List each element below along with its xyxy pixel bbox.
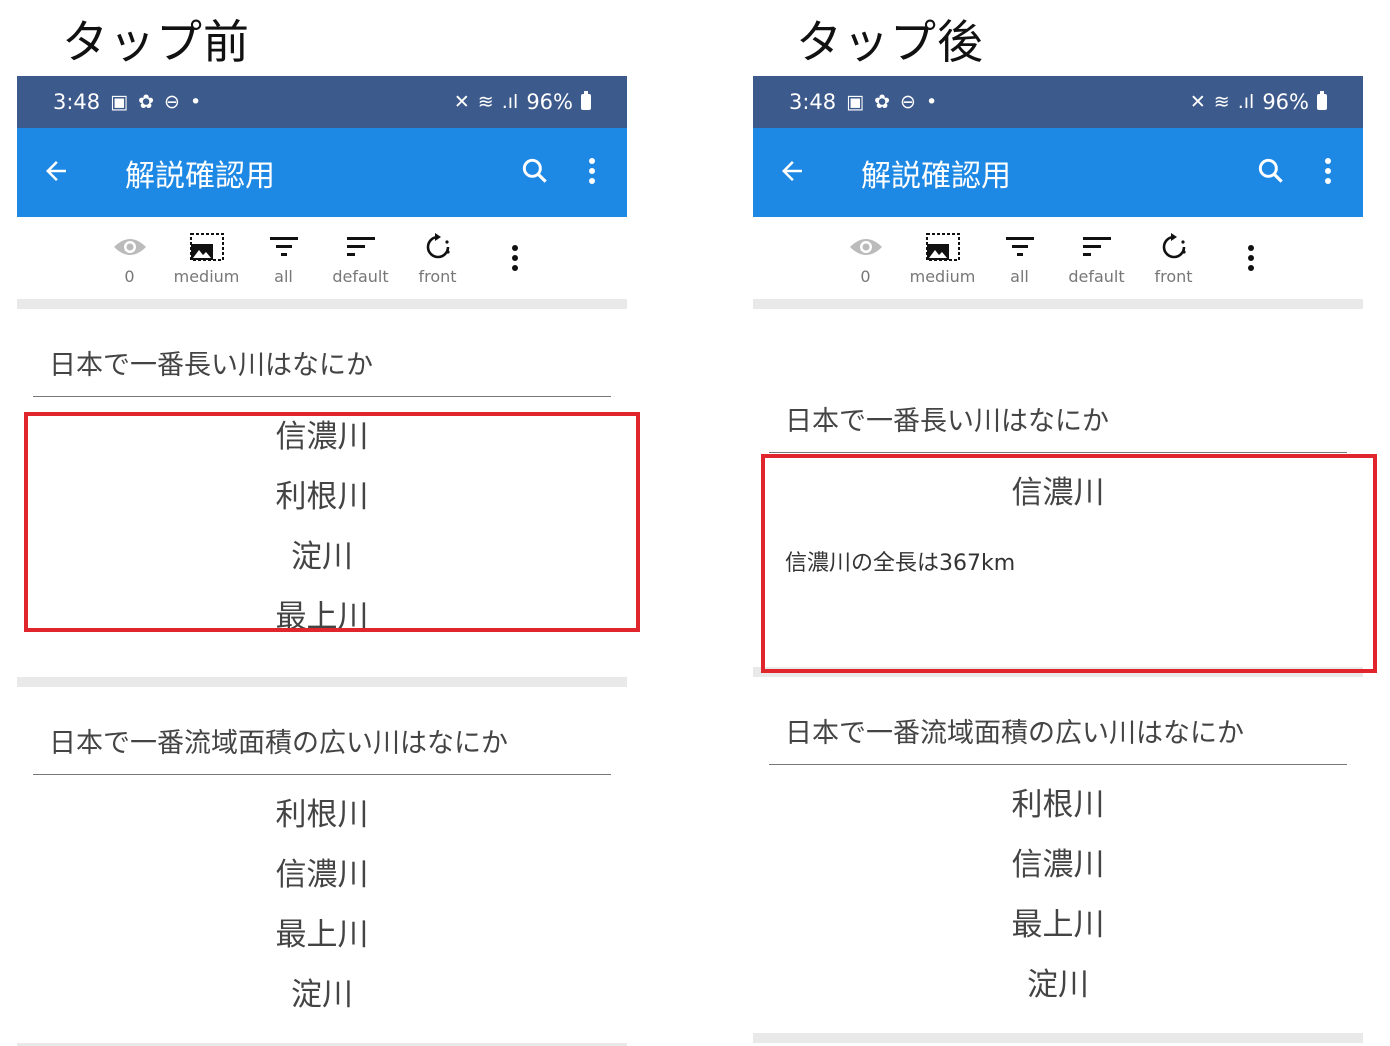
tool-view-count[interactable]: 0 <box>91 231 168 286</box>
status-bar: 3:48 ▣ ✿ ⊖ • ✕ ≋ .ıl 96% <box>753 76 1363 128</box>
panel-heading-after: タップ後 <box>796 15 984 69</box>
divider <box>17 677 627 687</box>
eye-icon <box>849 231 883 263</box>
answer-option[interactable]: 信濃川 <box>753 835 1363 895</box>
filter-icon <box>268 231 300 263</box>
wifi-icon: ≋ <box>477 90 494 113</box>
question-text: 日本で一番流域面積の広い川はなにか <box>769 711 1347 765</box>
divider <box>753 1033 1363 1043</box>
tool-rotate[interactable]: front <box>399 231 476 286</box>
highlight-box <box>761 454 1377 673</box>
question-card: 日本で一番流域面積の広い川はなにか 利根川 信濃川 最上川 淀川 <box>17 687 627 1025</box>
highlight-box <box>24 412 640 632</box>
sort-icon <box>1081 231 1113 263</box>
toolbar: 0 medium all default front <box>753 217 1363 299</box>
question-text: 日本で一番長い川はなにか <box>769 399 1347 453</box>
question-text: 日本で一番長い川はなにか <box>33 343 611 397</box>
gallery-icon: ▣ <box>846 90 865 113</box>
back-arrow-icon[interactable] <box>41 156 71 190</box>
answer-option[interactable]: 利根川 <box>753 775 1363 835</box>
divider <box>17 299 627 309</box>
image-size-icon <box>189 231 225 263</box>
signal-icon: .ıl <box>501 90 519 113</box>
gallery-icon: ▣ <box>110 90 129 113</box>
overflow-menu-icon[interactable] <box>587 156 597 190</box>
status-time: 3:48 <box>789 90 837 114</box>
settings-icon: ✿ <box>138 90 155 113</box>
battery-icon <box>581 91 591 110</box>
app-title: 解説確認用 <box>861 158 1011 194</box>
toolbar-more-icon[interactable] <box>1212 231 1289 273</box>
back-arrow-icon[interactable] <box>777 156 807 190</box>
sort-icon <box>345 231 377 263</box>
eye-icon <box>113 231 147 263</box>
filter-icon <box>1004 231 1036 263</box>
search-icon[interactable] <box>1255 155 1287 191</box>
question-card: 日本で一番流域面積の広い川はなにか 利根川 信濃川 最上川 淀川 <box>753 677 1363 1015</box>
settings-icon: ✿ <box>874 90 891 113</box>
app-title: 解説確認用 <box>125 158 275 194</box>
wifi-icon: ≋ <box>1213 90 1230 113</box>
answer-option[interactable]: 最上川 <box>17 905 627 965</box>
search-icon[interactable] <box>519 155 551 191</box>
rotate-icon <box>1159 231 1189 263</box>
status-time: 3:48 <box>53 90 101 114</box>
mute-icon: ✕ <box>1189 90 1206 113</box>
tool-view-count[interactable]: 0 <box>827 231 904 286</box>
battery-percent: 96% <box>526 90 573 114</box>
battery-icon <box>1317 91 1327 110</box>
dnd-icon: ⊖ <box>900 90 916 113</box>
dot-icon: • <box>925 90 938 113</box>
signal-icon: .ıl <box>1237 90 1255 113</box>
panel-heading-before: タップ前 <box>62 15 250 69</box>
overflow-menu-icon[interactable] <box>1323 156 1333 190</box>
question-text: 日本で一番流域面積の広い川はなにか <box>33 721 611 775</box>
tool-sort[interactable]: default <box>322 231 399 286</box>
dot-icon: • <box>189 90 202 113</box>
toolbar: 0 medium all default front <box>17 217 627 299</box>
image-size-icon <box>925 231 961 263</box>
tool-rotate[interactable]: front <box>1135 231 1212 286</box>
toolbar-more-icon[interactable] <box>476 231 553 273</box>
divider <box>753 299 1363 309</box>
mute-icon: ✕ <box>453 90 470 113</box>
battery-percent: 96% <box>1262 90 1309 114</box>
app-bar: 解説確認用 <box>753 128 1363 217</box>
tool-filter[interactable]: all <box>981 231 1058 286</box>
tool-filter[interactable]: all <box>245 231 322 286</box>
tool-image-size[interactable]: medium <box>904 231 981 286</box>
status-bar: 3:48 ▣ ✿ ⊖ • ✕ ≋ .ıl 96% <box>17 76 627 128</box>
dnd-icon: ⊖ <box>164 90 180 113</box>
answer-option[interactable]: 最上川 <box>753 895 1363 955</box>
answer-option[interactable]: 信濃川 <box>17 845 627 905</box>
tool-sort[interactable]: default <box>1058 231 1135 286</box>
app-bar: 解説確認用 <box>17 128 627 217</box>
answer-option[interactable]: 淀川 <box>753 955 1363 1015</box>
rotate-icon <box>423 231 453 263</box>
answer-option[interactable]: 淀川 <box>17 965 627 1025</box>
answer-option[interactable]: 利根川 <box>17 785 627 845</box>
tool-image-size[interactable]: medium <box>168 231 245 286</box>
